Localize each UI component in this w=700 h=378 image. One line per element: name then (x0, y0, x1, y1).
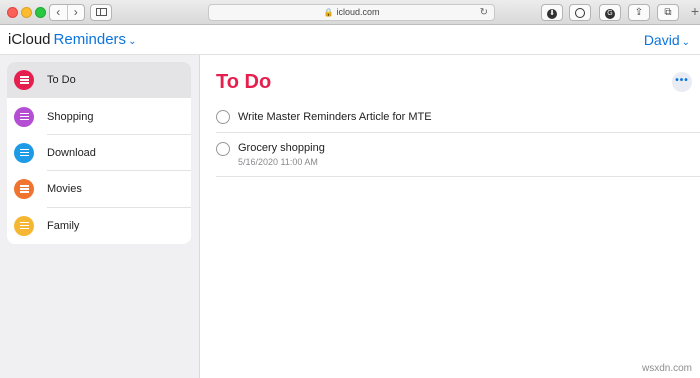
back-button[interactable]: ‹ (50, 5, 67, 20)
new-tab-button[interactable]: + (691, 3, 699, 19)
lists-card: To Do Shopping Download Movies Family (7, 62, 191, 244)
list-bullets-icon (14, 106, 34, 127)
reminder-title[interactable]: Write Master Reminders Article for MTE (238, 111, 432, 123)
watermark: wsxdn.com (641, 363, 692, 374)
share-button[interactable]: ⇪ (628, 4, 650, 21)
reminder-due-date: 5/16/2020 11:00 AM (238, 157, 318, 167)
more-options-button[interactable]: ••• (672, 72, 692, 92)
complete-checkbox[interactable] (216, 110, 230, 124)
close-window-button[interactable] (7, 7, 18, 18)
grammar-extension-button[interactable]: G (599, 4, 621, 21)
chevron-down-icon: ⌄ (681, 37, 690, 48)
address-bar[interactable]: 🔒 icloud.com ↻ (208, 4, 495, 21)
reminder-title[interactable]: Grocery shopping (238, 142, 325, 154)
sidebar-item-label: To Do (47, 74, 76, 87)
url-text: icloud.com (336, 7, 380, 17)
user-menu[interactable]: David ⌄ (644, 32, 690, 48)
complete-checkbox[interactable] (216, 142, 230, 156)
sidebar-item-to-do[interactable]: To Do (7, 62, 191, 99)
list-bullets-icon (14, 179, 34, 200)
sidebar-item-movies[interactable]: Movies (7, 171, 191, 208)
sidebar-toggle-button[interactable] (90, 4, 112, 21)
tabs-icon: ⧉ (664, 7, 672, 18)
sidebar-item-shopping[interactable]: Shopping (7, 98, 191, 135)
list-bullets-icon (14, 215, 34, 236)
nav-button-group: ‹ › (49, 4, 85, 21)
list-bullets-icon (14, 142, 34, 163)
reminder-item[interactable]: Grocery shopping 5/16/2020 11:00 AM (216, 135, 700, 177)
sidebar-item-family[interactable]: Family (7, 208, 191, 244)
show-tabs-button[interactable]: ⧉ (657, 4, 679, 21)
sidebar-item-label: Movies (47, 183, 82, 196)
download-extension-button[interactable]: ⬇ (541, 4, 563, 21)
share-icon: ⇪ (634, 7, 644, 18)
reminder-item[interactable]: Write Master Reminders Article for MTE (216, 103, 700, 133)
sidebar: To Do Shopping Download Movies Family (0, 55, 200, 378)
chevron-down-icon: ⌄ (128, 36, 137, 47)
user-name: David (643, 32, 680, 48)
sidebar-item-download[interactable]: Download (7, 135, 191, 172)
grammar-icon: G (605, 9, 615, 19)
forward-button[interactable]: › (66, 5, 85, 20)
zoom-window-button[interactable] (35, 7, 46, 18)
sidebar-item-label: Family (47, 219, 80, 232)
browser-toolbar: ‹ › 🔒 icloud.com ↻ ⬇ G ⇪ ⧉ + (0, 0, 700, 25)
sidebar-item-label: Shopping (47, 110, 94, 123)
reminders-pane: To Do ••• Write Master Reminders Article… (201, 55, 700, 378)
lock-icon: 🔒 (323, 8, 334, 17)
minimize-window-button[interactable] (21, 7, 32, 18)
icloud-brand: iCloud (8, 31, 51, 48)
app-header: iCloud Reminders ⌄ David ⌄ (0, 25, 700, 55)
download-icon: ⬇ (547, 9, 557, 19)
page-title: To Do (216, 71, 272, 93)
password-icon (575, 8, 585, 18)
list-bullets-icon (14, 70, 34, 91)
app-name: Reminders (53, 31, 127, 48)
reload-icon[interactable]: ↻ (480, 5, 488, 20)
app-switcher[interactable]: iCloud Reminders ⌄ (8, 31, 136, 48)
sidebar-icon (95, 8, 107, 16)
password-extension-button[interactable] (569, 4, 591, 21)
sidebar-item-label: Download (47, 146, 96, 159)
